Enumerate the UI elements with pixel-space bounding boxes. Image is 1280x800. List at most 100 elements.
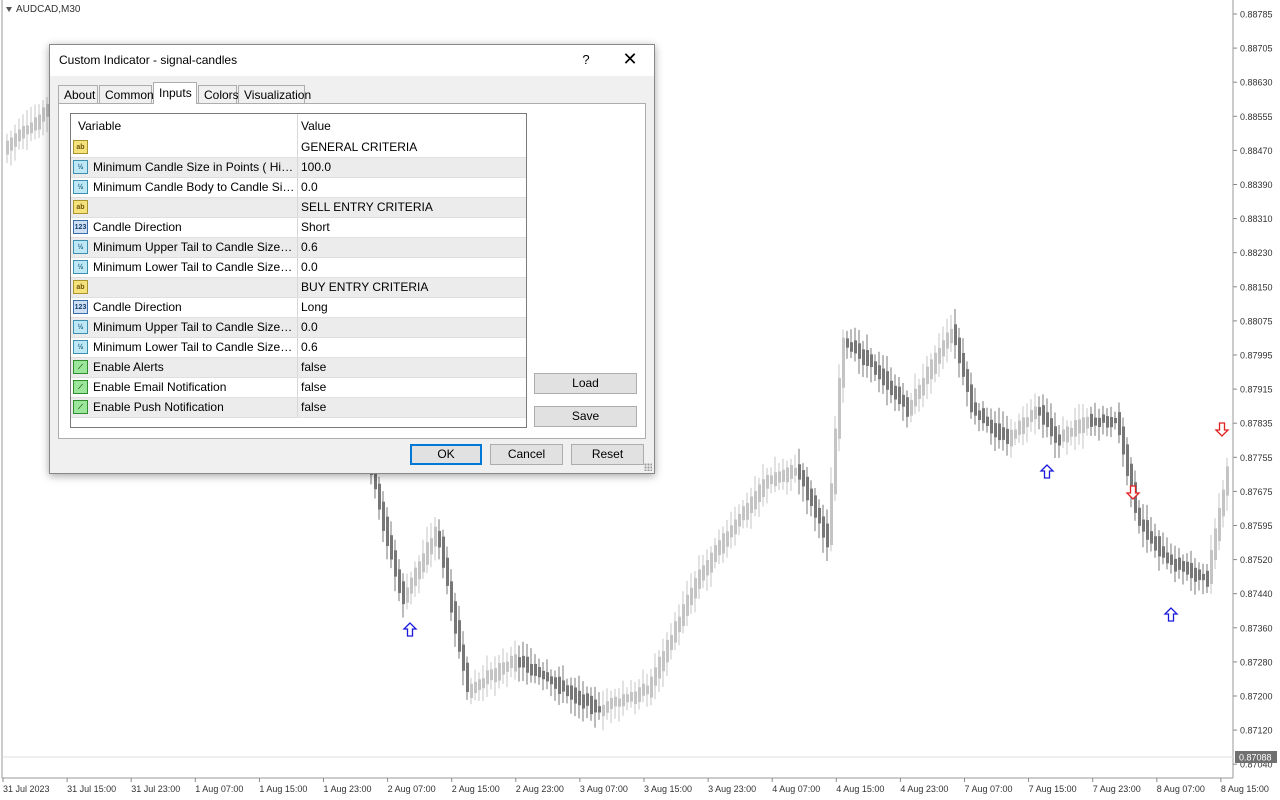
header-value[interactable]: Value — [301, 114, 331, 138]
candle-body — [710, 552, 713, 573]
candle-body — [910, 399, 913, 416]
price-label: 0.87440 — [1240, 589, 1273, 599]
variable-cell[interactable]: 123 Candle Direction — [71, 218, 298, 237]
input-row[interactable]: ½ Minimum Lower Tail to Candle Size Ratio… — [71, 258, 526, 278]
candle-body — [538, 667, 541, 678]
input-row[interactable]: ½ Minimum Lower Tail to Candle Size Ratio… — [71, 338, 526, 358]
time-label: 7 Aug 15:00 — [1029, 784, 1077, 794]
candle-body — [426, 542, 429, 565]
close-button[interactable]: ✕ — [618, 49, 642, 71]
candle-body — [34, 117, 37, 131]
variable-cell[interactable]: ½ Minimum Lower Tail to Candle Size Ratio — [71, 258, 298, 277]
variable-cell[interactable]: ½ Minimum Lower Tail to Candle Size Ratio — [71, 338, 298, 357]
input-row[interactable]: ab GENERAL CRITERIA — [71, 138, 526, 158]
ab-type-icon: ab — [73, 280, 88, 294]
variable-cell[interactable]: ab — [71, 198, 298, 217]
tab-inputs[interactable]: Inputs — [153, 82, 197, 104]
value-cell[interactable]: 0.0 — [301, 258, 318, 277]
value-cell[interactable]: 100.0 — [301, 158, 331, 177]
value-cell[interactable]: SELL ENTRY CRITERIA — [301, 198, 433, 217]
load-button[interactable]: Load — [534, 373, 637, 394]
dialog-titlebar[interactable]: Custom Indicator - signal-candles ? ✕ — [50, 45, 654, 76]
save-button[interactable]: Save — [534, 406, 637, 427]
variable-cell[interactable]: ab — [71, 278, 298, 297]
variable-label: Candle Direction — [93, 300, 182, 314]
variable-cell[interactable]: ⟋ Enable Email Notification — [71, 378, 298, 397]
variable-cell[interactable]: ⟋ Enable Alerts — [71, 358, 298, 377]
tab-common[interactable]: Common — [99, 85, 154, 103]
tab-visualization[interactable]: Visualization — [238, 85, 311, 103]
candle-body — [914, 388, 917, 407]
value-cell[interactable]: 0.0 — [301, 178, 318, 197]
symbol-dropdown-icon[interactable] — [6, 6, 12, 12]
candle-body — [782, 469, 785, 482]
time-label: 31 Jul 15:00 — [67, 784, 116, 794]
input-row[interactable]: ½ Minimum Upper Tail to Candle Size Ratio… — [71, 238, 526, 258]
value-cell[interactable]: Short — [301, 218, 330, 237]
tab-colors[interactable]: Colors — [198, 85, 239, 103]
variable-cell[interactable]: ½ Minimum Upper Tail to Candle Size Ratio — [71, 318, 298, 337]
input-row[interactable]: ⟋ Enable Email Notification false — [71, 378, 526, 398]
candle-body — [1014, 429, 1017, 439]
candle-body — [758, 484, 761, 503]
candle-body — [1202, 573, 1205, 581]
resize-grip[interactable] — [644, 463, 652, 471]
candle-body — [622, 694, 625, 707]
help-button[interactable]: ? — [575, 49, 597, 71]
header-variable[interactable]: Variable — [78, 114, 121, 138]
candle-body — [1226, 466, 1229, 496]
candle-body — [1022, 417, 1025, 434]
price-label: 0.88310 — [1240, 214, 1273, 224]
bool-type-icon: ⟋ — [73, 400, 88, 414]
time-label: 31 Jul 23:00 — [131, 784, 180, 794]
cancel-button[interactable]: Cancel — [490, 444, 563, 465]
value-cell[interactable]: BUY ENTRY CRITERIA — [301, 278, 428, 297]
input-row[interactable]: ⟋ Enable Push Notification false — [71, 398, 526, 418]
reset-button[interactable]: Reset — [571, 444, 644, 465]
value-cell[interactable]: false — [301, 398, 326, 417]
header-divider[interactable] — [297, 114, 298, 138]
candle-body — [810, 488, 813, 507]
candle-body — [802, 470, 805, 487]
input-row[interactable]: ½ Minimum Candle Body to Candle Size Ra..… — [71, 178, 526, 198]
candle-body — [562, 680, 565, 692]
ok-button[interactable]: OK — [410, 444, 482, 465]
price-label: 0.87595 — [1240, 521, 1273, 531]
time-label: 1 Aug 23:00 — [324, 784, 372, 794]
candle-body — [822, 516, 825, 538]
candle-body — [990, 419, 993, 434]
variable-cell[interactable]: ½ Minimum Candle Size in Points ( High - … — [71, 158, 298, 177]
value-cell[interactable]: GENERAL CRITERIA — [301, 138, 417, 157]
value-cell[interactable]: 0.6 — [301, 338, 318, 357]
candle-body — [530, 663, 533, 676]
input-row[interactable]: ½ Minimum Upper Tail to Candle Size Ratio… — [71, 318, 526, 338]
value-cell[interactable]: 0.6 — [301, 238, 318, 257]
variable-cell[interactable]: ab — [71, 138, 298, 157]
input-row[interactable]: ab SELL ENTRY CRITERIA — [71, 198, 526, 218]
input-row[interactable]: ab BUY ENTRY CRITERIA — [71, 278, 526, 298]
price-label: 0.88470 — [1240, 146, 1273, 156]
variable-cell[interactable]: ⟋ Enable Push Notification — [71, 398, 298, 417]
input-row[interactable]: 123 Candle Direction Short — [71, 218, 526, 238]
candle-body — [546, 672, 549, 682]
candle-body — [886, 371, 889, 390]
input-row[interactable]: 123 Candle Direction Long — [71, 298, 526, 318]
variable-cell[interactable]: ½ Minimum Upper Tail to Candle Size Ratio — [71, 238, 298, 257]
value-cell[interactable]: false — [301, 378, 326, 397]
inputs-panel: Variable Value ab GENERAL CRITERIA ½ Minimu… — [58, 103, 646, 439]
candle-body — [1198, 569, 1201, 581]
variable-cell[interactable]: ½ Minimum Candle Body to Candle Size Ra..… — [71, 178, 298, 197]
input-row[interactable]: ½ Minimum Candle Size in Points ( High - … — [71, 158, 526, 178]
candle-body — [1194, 567, 1197, 582]
value-cell[interactable]: false — [301, 358, 326, 377]
value-cell[interactable]: Long — [301, 298, 328, 317]
value-cell[interactable]: 0.0 — [301, 318, 318, 337]
inputs-grid: Variable Value ab GENERAL CRITERIA ½ Minimu… — [70, 113, 527, 428]
candle-body — [1110, 417, 1113, 428]
input-row[interactable]: ⟋ Enable Alerts false — [71, 358, 526, 378]
tab-about[interactable]: About — [58, 85, 98, 103]
candle-body — [438, 530, 441, 548]
candle-body — [42, 107, 45, 122]
variable-cell[interactable]: 123 Candle Direction — [71, 298, 298, 317]
candle-body — [1018, 420, 1021, 435]
